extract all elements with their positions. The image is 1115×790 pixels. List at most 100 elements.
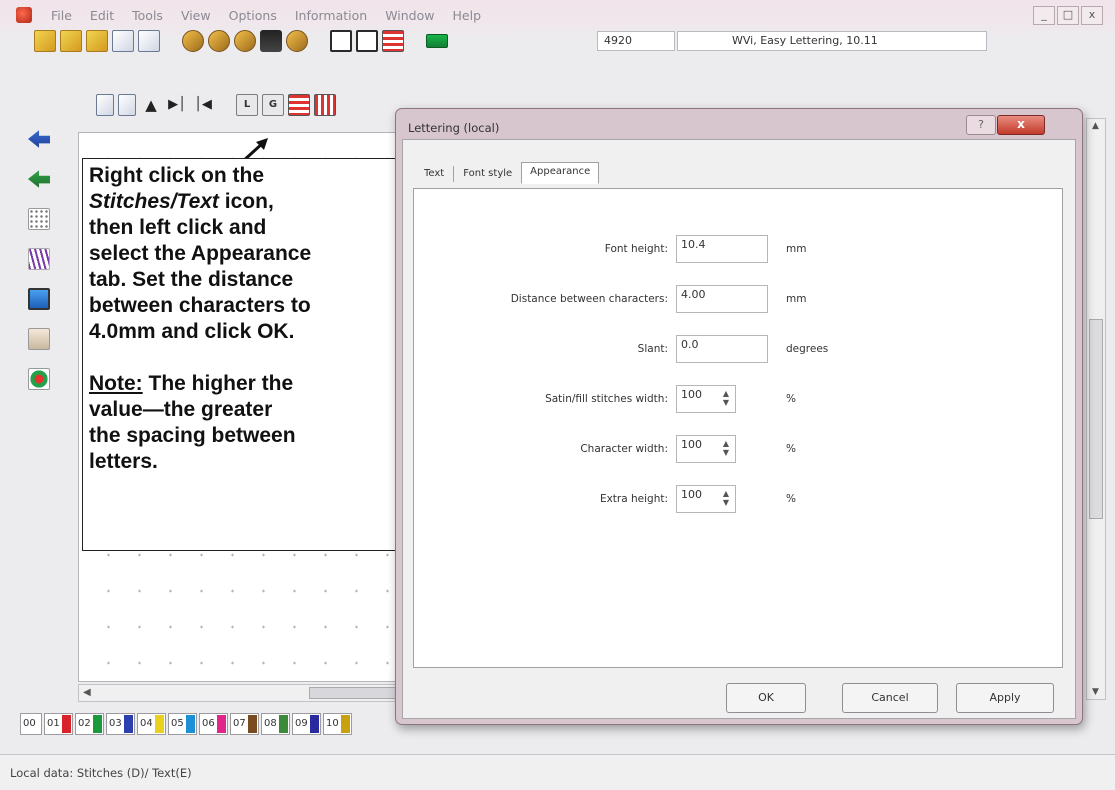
text-edit-icon[interactable] [118, 94, 136, 116]
color-swatch[interactable]: 08 [261, 713, 290, 735]
color-swatch[interactable]: 09 [292, 713, 321, 735]
extra-height-label: Extra height: [599, 493, 668, 505]
scroll-left-icon[interactable]: ◀ [83, 685, 91, 701]
zoom-out-icon[interactable] [234, 30, 256, 52]
spinner-arrows-icon[interactable]: ▲ ▼ [719, 439, 733, 459]
export-icon[interactable] [112, 30, 134, 52]
undo-icon[interactable] [28, 130, 50, 148]
maximize-button[interactable]: □ [1057, 6, 1079, 25]
tab-appearance[interactable]: Appearance [521, 162, 600, 184]
instruction-line: the spacing between [89, 424, 296, 447]
spinner-arrows-icon[interactable]: ▲ ▼ [719, 389, 733, 409]
color-swatch[interactable]: 04 [137, 713, 166, 735]
stitch-view-icon[interactable] [28, 248, 50, 270]
text-abc-icon[interactable] [96, 94, 114, 116]
close-button[interactable]: x [1081, 6, 1103, 25]
stitch-count-field: 4920 [597, 31, 675, 51]
stitches-text-icon[interactable]: L [236, 94, 258, 116]
redo-icon[interactable] [28, 170, 50, 188]
color-select-icon[interactable] [28, 368, 50, 390]
menu-tools[interactable]: Tools [123, 8, 172, 23]
color-swatch[interactable]: 01 [44, 713, 73, 735]
menu-information[interactable]: Information [286, 8, 376, 23]
font-height-label: Font height: [604, 243, 668, 255]
split-horizontal-icon[interactable] [356, 30, 378, 52]
stitch-width-unit: % [786, 393, 796, 405]
menu-help[interactable]: Help [444, 8, 491, 23]
hoop-icon[interactable] [426, 34, 448, 48]
color-palette: 00 01 02 03 04 05 06 07 08 09 10 [20, 712, 352, 736]
satin-fill-icon[interactable] [288, 94, 310, 116]
dialog-title: Lettering (local) [408, 121, 500, 135]
character-distance-row: Distance between characters: 4.00 mm [414, 285, 1054, 315]
previous-icon[interactable]: │◀ [192, 94, 214, 116]
window-controls: _ □ x [1033, 6, 1103, 25]
open-design-icon[interactable] [60, 30, 82, 52]
menu-options[interactable]: Options [220, 8, 286, 23]
zoom-fit-icon[interactable] [286, 30, 308, 52]
left-toolbar [28, 128, 50, 390]
slant-unit: degrees [786, 343, 829, 355]
instruction-line: tab. Set the distance [89, 268, 294, 291]
extra-height-unit: % [786, 493, 796, 505]
next-icon[interactable]: ▶│ [166, 94, 188, 116]
app-logo-icon[interactable] [16, 7, 32, 23]
color-swatch[interactable]: 06 [199, 713, 228, 735]
font-height-input[interactable]: 10.4 [676, 235, 768, 263]
dialog-help-button[interactable]: ? [966, 115, 996, 135]
horizontal-scroll-thumb[interactable] [309, 687, 399, 699]
split-vertical-icon[interactable] [330, 30, 352, 52]
color-swatch[interactable]: 07 [230, 713, 259, 735]
scroll-down-icon[interactable]: ▼ [1092, 687, 1099, 697]
dialog-close-button[interactable]: x [997, 115, 1045, 135]
grid-icon[interactable] [28, 208, 50, 230]
minimize-button[interactable]: _ [1033, 6, 1055, 25]
color-swatch[interactable]: 00 [20, 713, 42, 735]
instruction-line: 4.0mm and click OK. [89, 320, 295, 343]
color-swatch[interactable]: 10 [323, 713, 352, 735]
apply-button[interactable]: Apply [956, 683, 1054, 713]
tab-font-style[interactable]: Font style [454, 164, 521, 186]
zoom-icon[interactable] [182, 30, 204, 52]
extra-height-spinner[interactable]: 100 ▲ ▼ [676, 485, 736, 513]
status-bar: Local data: Stitches (D)/ Text(E) [0, 754, 1115, 790]
character-width-spinner[interactable]: 100 ▲ ▼ [676, 435, 736, 463]
import-icon[interactable] [86, 30, 108, 52]
menu-edit[interactable]: Edit [81, 8, 123, 23]
vertical-scrollbar[interactable]: ▲ ▼ [1086, 118, 1106, 700]
monitor-icon[interactable] [28, 288, 50, 310]
slant-input[interactable]: 0.0 [676, 335, 768, 363]
cancel-button[interactable]: Cancel [842, 683, 938, 713]
horizontal-scrollbar[interactable]: ◀ [78, 684, 400, 702]
color-swatch[interactable]: 02 [75, 713, 104, 735]
font-height-unit: mm [786, 243, 807, 255]
character-distance-input[interactable]: 4.00 [676, 285, 768, 313]
embroidery-machine-icon[interactable] [28, 328, 50, 350]
color-swatch[interactable]: 03 [106, 713, 135, 735]
swatch-color [186, 715, 195, 733]
instruction-callout: Right click on the Stitches/Text icon, t… [82, 158, 399, 551]
stitch-width-spinner[interactable]: 100 ▲ ▼ [676, 385, 736, 413]
spinner-arrows-icon[interactable]: ▲ ▼ [719, 489, 733, 509]
color-swatch[interactable]: 05 [168, 713, 197, 735]
menu-file[interactable]: File [42, 8, 81, 23]
print-icon[interactable] [138, 30, 160, 52]
machine-info-field: WVi, Easy Lettering, 10.11 [677, 31, 987, 51]
stitch-list-icon[interactable] [382, 30, 404, 52]
pattern-fill-icon[interactable] [314, 94, 336, 116]
instruction-line: then left click and [89, 216, 267, 239]
zoom-in-icon[interactable] [208, 30, 230, 52]
instruction-line: between characters to [89, 294, 311, 317]
scroll-up-icon[interactable]: ▲ [1092, 121, 1099, 131]
menu-window[interactable]: Window [376, 8, 443, 23]
binoculars-icon[interactable] [260, 30, 282, 52]
vertical-scroll-thumb[interactable] [1089, 319, 1103, 519]
menu-view[interactable]: View [172, 8, 220, 23]
new-design-icon[interactable] [34, 30, 56, 52]
swatch-color [93, 715, 102, 733]
ok-button[interactable]: OK [726, 683, 806, 713]
tab-text[interactable]: Text [415, 164, 453, 186]
appearance-panel: Font height: 10.4 mm Distance between ch… [413, 188, 1063, 668]
group-icon[interactable]: G [262, 94, 284, 116]
pointer-icon[interactable]: ▲ [140, 94, 162, 116]
